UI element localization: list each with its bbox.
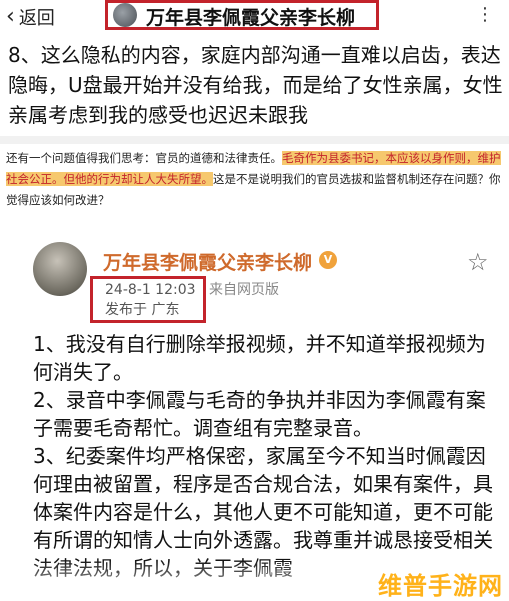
- question-text-1: 还有一个问题值得我们思考：官员的道德和法律责任。: [6, 151, 282, 165]
- star-icon[interactable]: ☆: [467, 248, 489, 276]
- more-options-icon[interactable]: ⋮: [476, 4, 495, 25]
- highlight-box-title: [105, 0, 379, 30]
- back-button[interactable]: ‹ 返回: [6, 4, 55, 30]
- chevron-left-icon: ‹: [6, 4, 15, 29]
- body-line: 1、我没有自行删除举报视频，并不知道举报视频为何消失了。: [33, 332, 486, 384]
- body-line: 2、录音中李佩霞与毛奇的争执并非因为李佩霞有案子需要毛奇帮忙。调查组有完整录音。: [33, 388, 486, 440]
- highlight-box-meta: [90, 276, 206, 323]
- back-label: 返回: [18, 8, 55, 29]
- post-excerpt: 8、这么隐私的内容，家庭内部沟通一直难以启齿，表达隐晦，U盘最开始并没有给我，而…: [8, 43, 503, 127]
- verified-badge-icon: V: [319, 251, 337, 269]
- author-avatar[interactable]: [33, 242, 87, 296]
- watermark: 维普手游网: [378, 572, 503, 600]
- author-name[interactable]: 万年县李佩霞父亲李长柳: [103, 248, 312, 275]
- post-source: 来自网页版: [209, 282, 279, 298]
- question-paragraph: 还有一个问题值得我们思考：官员的道德和法律责任。毛奇作为县委书记，本应该以身作则…: [6, 148, 506, 211]
- post-body: 1、我没有自行删除举报视频，并不知道举报视频为何消失了。 2、录音中李佩霞与毛奇…: [33, 330, 493, 582]
- divider: [0, 136, 509, 144]
